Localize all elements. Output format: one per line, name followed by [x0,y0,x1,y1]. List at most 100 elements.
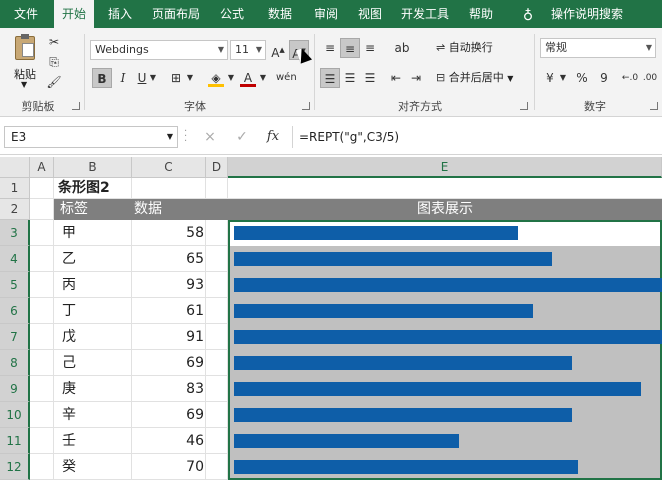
gridline [205,178,206,480]
column-header-e[interactable]: E [228,157,662,178]
row-header-10[interactable]: 10 [0,402,30,428]
chevron-down-icon: ▼ [21,80,28,89]
percent-button[interactable]: % [572,68,592,88]
menu-bar: 文件 开始 插入 页面布局 公式 数据 审阅 视图 开发工具 帮助 ♀ 操作说明搜索 [0,0,662,28]
header-chart-cell: 图表展示 [417,201,473,217]
wrap-text-button[interactable]: ⇌ 自动换行 [436,38,526,58]
chevron-down-icon[interactable]: ▼ [185,68,195,88]
increase-decimal-icon[interactable]: ←.0 [620,68,640,88]
number-group-label: 数字 [584,100,606,113]
chevron-down-icon[interactable]: ▼ [558,68,568,88]
table-row-label: 己 [62,355,76,371]
row-header-5[interactable]: 5 [0,272,30,298]
number-launcher-icon[interactable] [650,102,658,110]
merge-icon: ⊟ [436,71,446,84]
menu-item[interactable]: 开发工具 [394,0,456,28]
row-header-6[interactable]: 6 [0,298,30,324]
chart-bar [234,278,662,292]
clipboard-launcher-icon[interactable] [72,102,80,110]
increase-indent-icon[interactable]: ⇥ [406,68,426,88]
formula-input[interactable]: =REPT("g",C3/5) [292,126,658,148]
table-row-label: 戊 [62,329,76,345]
chart-bar [234,330,662,344]
column-header-b[interactable]: B [54,157,132,178]
chevron-down-icon[interactable]: ▼ [226,68,236,88]
group-divider [314,34,315,110]
row-header-12[interactable]: 12 [0,454,30,480]
align-right-icon[interactable]: ☰ [360,68,380,88]
row-header-4[interactable]: 4 [0,246,30,272]
font-name-select[interactable]: Webdings ▼ [90,40,228,60]
decrease-indent-icon[interactable]: ⇤ [386,68,406,88]
font-size-value: 11 [235,43,249,56]
format-painter-icon[interactable]: 🖌 [44,72,64,92]
chart-bar [234,382,641,396]
chevron-down-icon[interactable]: ▼ [258,68,268,88]
borders-icon[interactable]: ⊞ [166,68,186,88]
table-row-value: 69 [186,355,204,371]
copy-icon[interactable]: ⎘ [44,52,64,72]
chevron-down-icon: ▼ [645,43,652,52]
cut-icon[interactable]: ✂ [44,32,64,52]
column-header-d[interactable]: D [206,157,228,178]
row-header-11[interactable]: 11 [0,428,30,454]
number-format-value: 常规 [545,41,567,54]
row-header-1[interactable]: 1 [0,178,30,199]
enter-icon[interactable]: ✓ [232,126,252,148]
orientation-icon[interactable]: ab [392,38,412,58]
chart-bar [234,460,578,474]
insert-function-icon[interactable]: fx [262,126,284,148]
font-launcher-icon[interactable] [302,102,310,110]
number-format-select[interactable]: 常规 ▼ [540,38,656,58]
column-header-a[interactable]: A [30,157,54,178]
table-row-label: 甲 [62,225,76,241]
alignment-launcher-icon[interactable] [520,102,528,110]
menu-item[interactable]: 开始 [54,0,94,28]
select-all-corner[interactable] [0,157,30,178]
row-header-2[interactable]: 2 [0,199,30,220]
row-header-9[interactable]: 9 [0,376,30,402]
comma-button[interactable]: 9 [594,68,614,88]
increase-font-icon[interactable]: A▲ [268,40,288,60]
cancel-icon[interactable]: × [200,126,220,148]
decrease-decimal-icon[interactable]: .00 [640,68,660,88]
row-header-8[interactable]: 8 [0,350,30,376]
lightbulb-icon[interactable]: ♀ [518,0,538,28]
fill-color-icon[interactable]: ◈ [206,68,226,88]
table-row-value: 70 [186,459,204,475]
align-center-icon[interactable]: ☰ [340,68,360,88]
formula-bar-grip-icon[interactable]: · · · [184,127,188,147]
tell-me-search[interactable]: 操作说明搜索 [542,0,632,28]
table-row-value: 65 [186,251,204,267]
align-middle-icon[interactable]: ≡ [340,38,360,58]
row-header-7[interactable]: 7 [0,324,30,350]
menu-item[interactable]: 帮助 [462,0,500,28]
font-color-icon[interactable]: A [238,68,258,88]
align-bottom-icon[interactable]: ≡ [360,38,380,58]
menu-item[interactable]: 审阅 [306,0,346,28]
merge-label: 合并后居中 [448,71,504,84]
menu-item[interactable]: 页面布局 [146,0,206,28]
spreadsheet-grid[interactable]: A B C D E 1 2 3 4 5 6 7 8 9 10 11 12 条形图2 标签 数据 图表展示甲 58 乙 65 丙 9… [0,157,662,485]
table-row-label: 癸 [62,459,76,475]
bold-button[interactable]: B [92,68,112,88]
font-size-select[interactable]: 11 ▼ [230,40,266,60]
column-header-c[interactable]: C [132,157,206,178]
chevron-down-icon: ▼ [255,45,262,54]
align-top-icon[interactable]: ≡ [320,38,340,58]
merge-center-button[interactable]: ⊟ 合并后居中 ▼ [436,68,536,88]
italic-button[interactable]: I [113,68,133,88]
accounting-icon[interactable]: ¥ [540,68,560,88]
name-box[interactable]: E3 ▼ [4,126,178,148]
menu-item[interactable]: 文件 [6,0,46,28]
menu-item[interactable]: 视图 [352,0,388,28]
align-left-icon[interactable]: ☰ [320,68,340,88]
chevron-down-icon[interactable]: ▼ [148,68,158,88]
chart-bar [234,434,459,448]
menu-item[interactable]: 数据 [260,0,300,28]
row-header-3[interactable]: 3 [0,220,30,246]
menu-item[interactable]: 插入 [100,0,140,28]
paste-button[interactable]: 粘贴 ▼ [8,32,42,92]
menu-item[interactable]: 公式 [212,0,252,28]
phonetic-icon[interactable]: wén [276,68,297,88]
